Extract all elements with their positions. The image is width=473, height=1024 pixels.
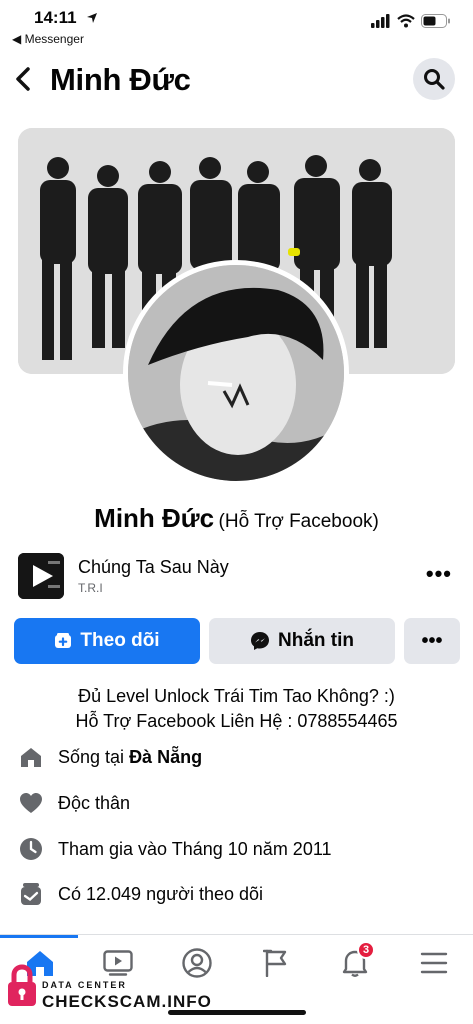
status-time: 14:11 xyxy=(34,8,77,27)
back-button[interactable] xyxy=(12,64,38,94)
music-more-button[interactable]: ••• xyxy=(426,561,452,587)
detail-relationship: Độc thân xyxy=(18,788,458,818)
chevron-left-icon xyxy=(16,67,30,91)
heart-icon xyxy=(18,790,44,816)
location-arrow-icon xyxy=(87,13,97,23)
profile-music[interactable]: Chúng Ta Sau Này T.R.I ••• xyxy=(18,553,458,599)
page-title: Minh Đức xyxy=(50,62,191,97)
music-thumbnail xyxy=(18,553,64,599)
profile-alternate-name: (Hỗ Trợ Facebook) xyxy=(218,511,379,532)
search-icon xyxy=(424,69,445,90)
detail-joined-text: Tham gia vào Tháng 10 năm 2011 xyxy=(58,838,332,859)
profile-name: Minh Đức (Hỗ Trợ Facebook) xyxy=(0,503,473,534)
follow-icon xyxy=(55,633,72,648)
back-app-label: Messenger xyxy=(24,32,84,46)
flag-icon xyxy=(263,949,287,977)
profile-actions: Theo dõi Nhắn tin ••• xyxy=(14,618,460,664)
music-title: Chúng Ta Sau Này xyxy=(78,557,229,577)
battery-icon xyxy=(421,14,450,28)
detail-joined: Tham gia vào Tháng 10 năm 2011 xyxy=(18,834,458,864)
home-indicator xyxy=(168,1010,306,1015)
wifi-icon xyxy=(397,14,415,28)
video-icon xyxy=(103,950,133,976)
detail-lives-in-place[interactable]: Đà Nẵng xyxy=(129,747,202,767)
followers-icon xyxy=(18,881,44,907)
active-tab-indicator xyxy=(0,935,78,938)
bio-line-1: Đủ Level Unlock Trái Tim Tao Không? :) xyxy=(78,686,395,706)
avatar-image xyxy=(128,265,344,481)
status-bar: 14:11 ◀ Messenger xyxy=(0,0,473,52)
more-options-button[interactable]: ••• xyxy=(404,618,460,664)
search-button[interactable] xyxy=(413,58,455,100)
follow-button[interactable]: Theo dõi xyxy=(14,618,200,664)
profile-picture[interactable] xyxy=(123,260,349,486)
hamburger-menu-icon xyxy=(420,952,448,974)
tab-pages[interactable] xyxy=(256,943,296,983)
bio-line-2: Hỗ Trợ Facebook Liên Hệ : 0788554465 xyxy=(75,711,398,731)
detail-followers-text: Có 12.049 người theo dõi xyxy=(58,883,263,904)
messenger-icon xyxy=(251,632,269,650)
message-label: Nhắn tin xyxy=(278,630,354,651)
follow-label: Theo dõi xyxy=(80,630,160,651)
clock-icon xyxy=(18,836,44,862)
play-icon xyxy=(18,553,64,599)
tab-watch[interactable] xyxy=(98,943,138,983)
watermark-line-2: CHECKSCAM.INFO xyxy=(42,992,212,1011)
message-button[interactable]: Nhắn tin xyxy=(209,618,395,664)
notification-badge: 3 xyxy=(357,941,375,959)
avatar xyxy=(128,265,344,481)
profile-name-main: Minh Đức xyxy=(94,503,215,533)
detail-followers: Có 12.049 người theo dõi xyxy=(18,879,458,909)
music-artist: T.R.I xyxy=(78,581,103,595)
profile-bio: Đủ Level Unlock Trái Tim Tao Không? :) H… xyxy=(0,684,473,734)
home-icon xyxy=(18,744,44,770)
profile-tab-icon xyxy=(182,948,212,978)
status-icons xyxy=(371,14,451,28)
tab-notifications[interactable]: 3 xyxy=(335,941,375,983)
detail-lives-in-prefix: Sống tại xyxy=(58,746,130,767)
detail-relationship-text: Độc thân xyxy=(58,792,131,813)
tab-menu[interactable] xyxy=(414,943,454,983)
signal-icon xyxy=(371,14,390,28)
watermark-line-1: DATA CENTER xyxy=(42,980,127,990)
detail-lives-in: Sống tại Đà Nẵng xyxy=(18,742,458,772)
tab-profile[interactable] xyxy=(177,943,217,983)
back-triangle-icon: ◀ xyxy=(12,32,22,46)
back-to-app[interactable]: ◀ Messenger xyxy=(12,32,84,46)
top-bar: Minh Đức xyxy=(0,58,473,104)
lock-icon xyxy=(8,964,36,1006)
